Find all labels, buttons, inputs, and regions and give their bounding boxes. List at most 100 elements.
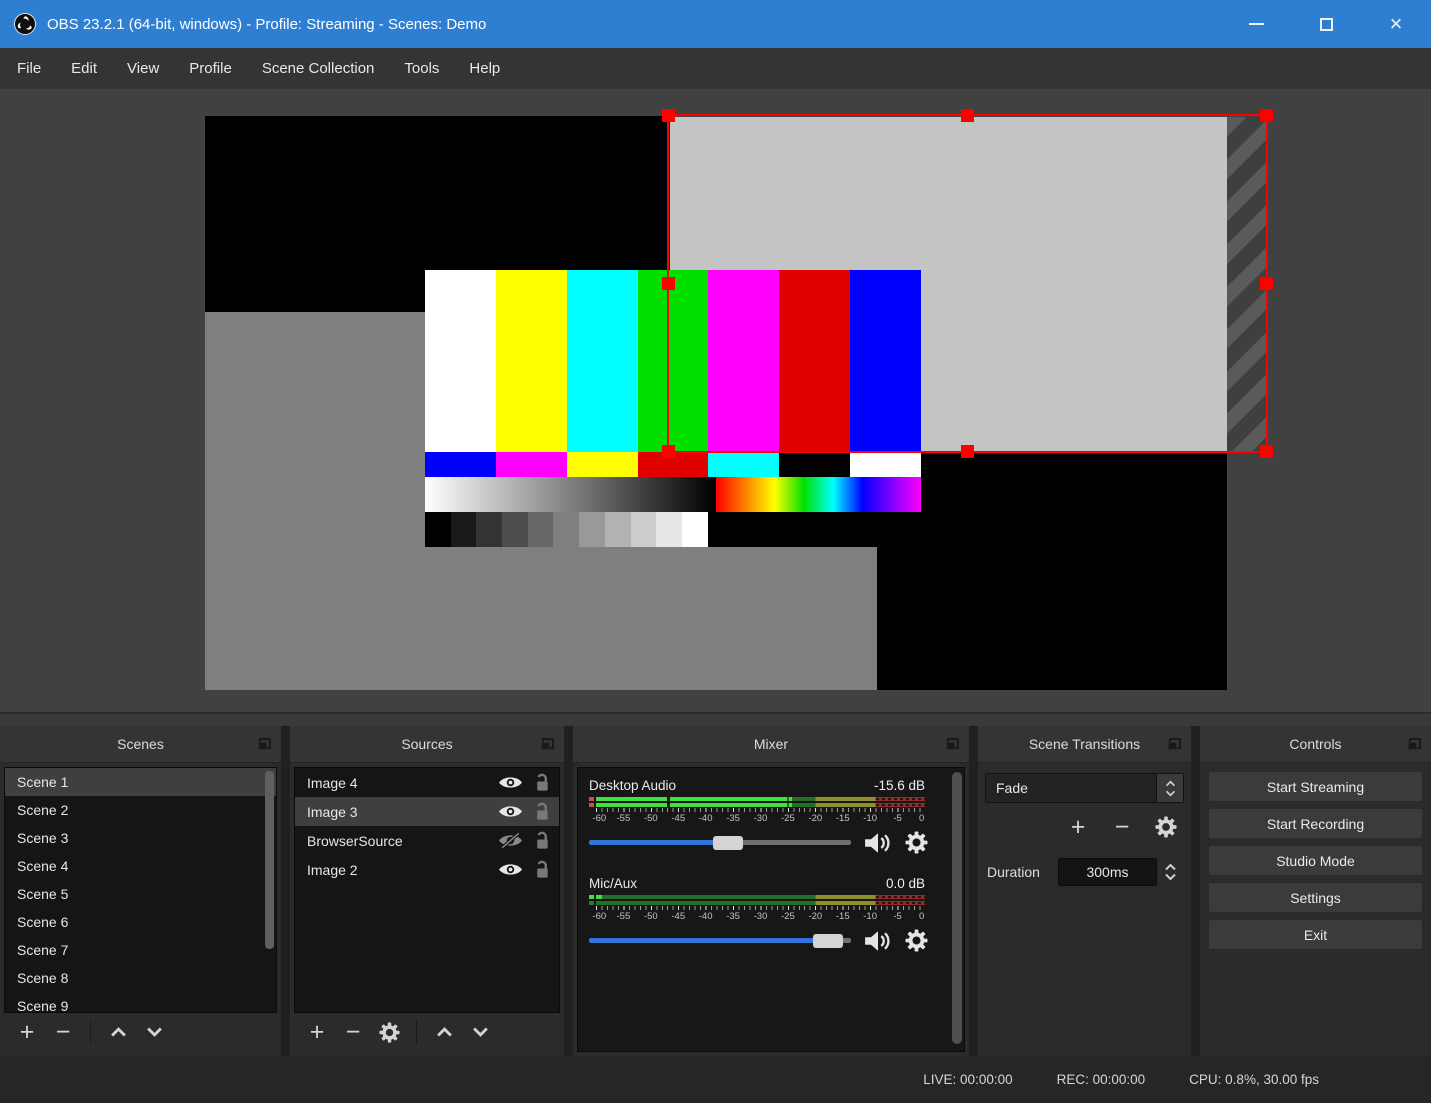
source-item[interactable]: Image 4 — [295, 768, 559, 797]
channel-name: Mic/Aux — [589, 876, 638, 891]
source-properties-button[interactable] — [372, 1017, 406, 1047]
source-move-down-button[interactable] — [463, 1017, 497, 1047]
float-panel-icon[interactable] — [1408, 738, 1421, 750]
channel-settings-gear-icon[interactable] — [905, 929, 928, 952]
channel-name: Desktop Audio — [589, 778, 677, 793]
start-streaming-button[interactable]: Start Streaming — [1208, 771, 1423, 802]
obs-logo-icon — [14, 13, 36, 35]
speaker-icon[interactable] — [864, 930, 892, 952]
visible-eye-icon[interactable] — [498, 861, 523, 878]
selection-handle-mid-right[interactable] — [1260, 276, 1273, 290]
source-move-up-button[interactable] — [427, 1017, 461, 1047]
test-pattern-gradients — [425, 477, 921, 512]
start-recording-button[interactable]: Start Recording — [1208, 808, 1423, 839]
title-bar: OBS 23.2.1 (64-bit, windows) - Profile: … — [0, 0, 1431, 48]
add-transition-button[interactable]: + — [1064, 812, 1092, 842]
channel-settings-gear-icon[interactable] — [905, 831, 928, 854]
minimize-icon — [1248, 23, 1264, 25]
duration-value[interactable]: 300ms — [1058, 858, 1157, 886]
source-black-rect-2[interactable] — [877, 453, 1227, 690]
scenes-panel-title: Scenes — [117, 736, 164, 752]
selection-handle-bottom-mid[interactable] — [960, 445, 974, 458]
menu-profile[interactable]: Profile — [174, 48, 247, 89]
float-panel-icon[interactable] — [946, 738, 959, 750]
hidden-eye-slash-icon[interactable] — [498, 832, 523, 849]
close-button[interactable]: × — [1361, 0, 1431, 48]
source-item[interactable]: Image 3 — [295, 797, 559, 826]
volume-meter — [589, 895, 925, 906]
selection-handle-mid-left[interactable] — [662, 276, 675, 290]
menu-file[interactable]: File — [2, 48, 56, 89]
sources-list[interactable]: Image 4 Image 3 BrowserSource Image 2 — [294, 767, 560, 1013]
selection-handle-bottom-left[interactable] — [662, 445, 675, 458]
mixer-body: Desktop Audio -15.6 dB -60 -55 -50 -45 -40… — [577, 767, 965, 1052]
channel-level-db: -15.6 dB — [873, 778, 925, 793]
selection-handle-bottom-right[interactable] — [1260, 445, 1273, 458]
sources-panel-title: Sources — [401, 736, 453, 752]
visible-eye-icon[interactable] — [498, 803, 523, 820]
unlock-icon[interactable] — [532, 860, 551, 879]
scenes-scrollbar[interactable] — [265, 771, 274, 949]
speaker-icon[interactable] — [864, 832, 892, 854]
dock-splitter[interactable] — [0, 712, 1431, 726]
float-panel-icon[interactable] — [1168, 738, 1181, 750]
float-panel-icon[interactable] — [258, 738, 271, 750]
remove-source-button[interactable]: − — [336, 1017, 370, 1047]
live-time: LIVE: 00:00:00 — [923, 1072, 1013, 1087]
duration-spin-arrows[interactable] — [1157, 858, 1184, 886]
minimize-button[interactable] — [1221, 0, 1291, 48]
transition-select-arrows[interactable] — [1156, 774, 1183, 802]
scene-item[interactable]: Scene 9 — [5, 992, 276, 1012]
mixer-scrollbar[interactable] — [952, 772, 962, 1044]
sources-panel: Sources Image 4 Image 3 BrowserSource Im… — [290, 726, 564, 1056]
exit-button[interactable]: Exit — [1208, 919, 1423, 950]
volume-slider-knob[interactable] — [712, 835, 743, 850]
meter-tick-labels: -60 -55 -50 -45 -40 -35 -30 -25 -20 -15 -10 -5… — [592, 911, 925, 922]
menu-view[interactable]: View — [112, 48, 174, 89]
status-bar: LIVE: 00:00:00 REC: 00:00:00 CPU: 0.8%, … — [0, 1056, 1431, 1103]
transition-properties-button[interactable] — [1152, 812, 1180, 842]
settings-button[interactable]: Settings — [1208, 882, 1423, 913]
scene-item[interactable]: Scene 3 — [5, 824, 276, 852]
menu-help[interactable]: Help — [454, 48, 515, 89]
scene-item[interactable]: Scene 2 — [5, 796, 276, 824]
preview-canvas[interactable] — [0, 89, 1431, 712]
volume-slider-knob[interactable] — [812, 933, 843, 948]
menu-scene-collection[interactable]: Scene Collection — [247, 48, 390, 89]
scene-item[interactable]: Scene 8 — [5, 964, 276, 992]
scene-move-up-button[interactable] — [101, 1017, 135, 1047]
float-panel-icon[interactable] — [541, 738, 554, 750]
visible-eye-icon[interactable] — [498, 774, 523, 791]
maximize-button[interactable] — [1291, 0, 1361, 48]
menu-edit[interactable]: Edit — [56, 48, 112, 89]
transition-select[interactable]: Fade — [985, 773, 1184, 803]
scene-item[interactable]: Scene 7 — [5, 936, 276, 964]
remove-transition-button[interactable]: − — [1108, 812, 1136, 842]
duration-spinbox[interactable]: 300ms — [1058, 858, 1184, 886]
scenes-list[interactable]: Scene 1 Scene 2 Scene 3 Scene 4 Scene 5 … — [4, 767, 277, 1013]
volume-slider[interactable] — [589, 835, 851, 850]
add-source-button[interactable]: + — [300, 1017, 334, 1047]
mixer-channel-desktop-audio: Desktop Audio -15.6 dB -60 -55 -50 -45 -40… — [589, 778, 938, 854]
selection-handle-top-left[interactable] — [662, 109, 675, 122]
unlock-icon[interactable] — [532, 831, 551, 850]
menu-tools[interactable]: Tools — [389, 48, 454, 89]
scene-item[interactable]: Scene 6 — [5, 908, 276, 936]
source-item[interactable]: BrowserSource — [295, 826, 559, 855]
chevron-up-icon — [1165, 780, 1176, 787]
selection-border[interactable] — [662, 109, 1273, 458]
studio-mode-button[interactable]: Studio Mode — [1208, 845, 1423, 876]
volume-slider[interactable] — [589, 933, 851, 948]
chevron-down-icon — [1164, 873, 1177, 881]
scene-item[interactable]: Scene 4 — [5, 852, 276, 880]
remove-scene-button[interactable]: − — [46, 1017, 80, 1047]
unlock-icon[interactable] — [532, 773, 551, 792]
source-item[interactable]: Image 2 — [295, 855, 559, 884]
scene-move-down-button[interactable] — [137, 1017, 171, 1047]
scene-item[interactable]: Scene 5 — [5, 880, 276, 908]
selection-handle-top-mid[interactable] — [960, 109, 974, 122]
unlock-icon[interactable] — [532, 802, 551, 821]
scene-item[interactable]: Scene 1 — [5, 768, 276, 796]
selection-handle-top-right[interactable] — [1260, 109, 1273, 122]
add-scene-button[interactable]: + — [10, 1017, 44, 1047]
